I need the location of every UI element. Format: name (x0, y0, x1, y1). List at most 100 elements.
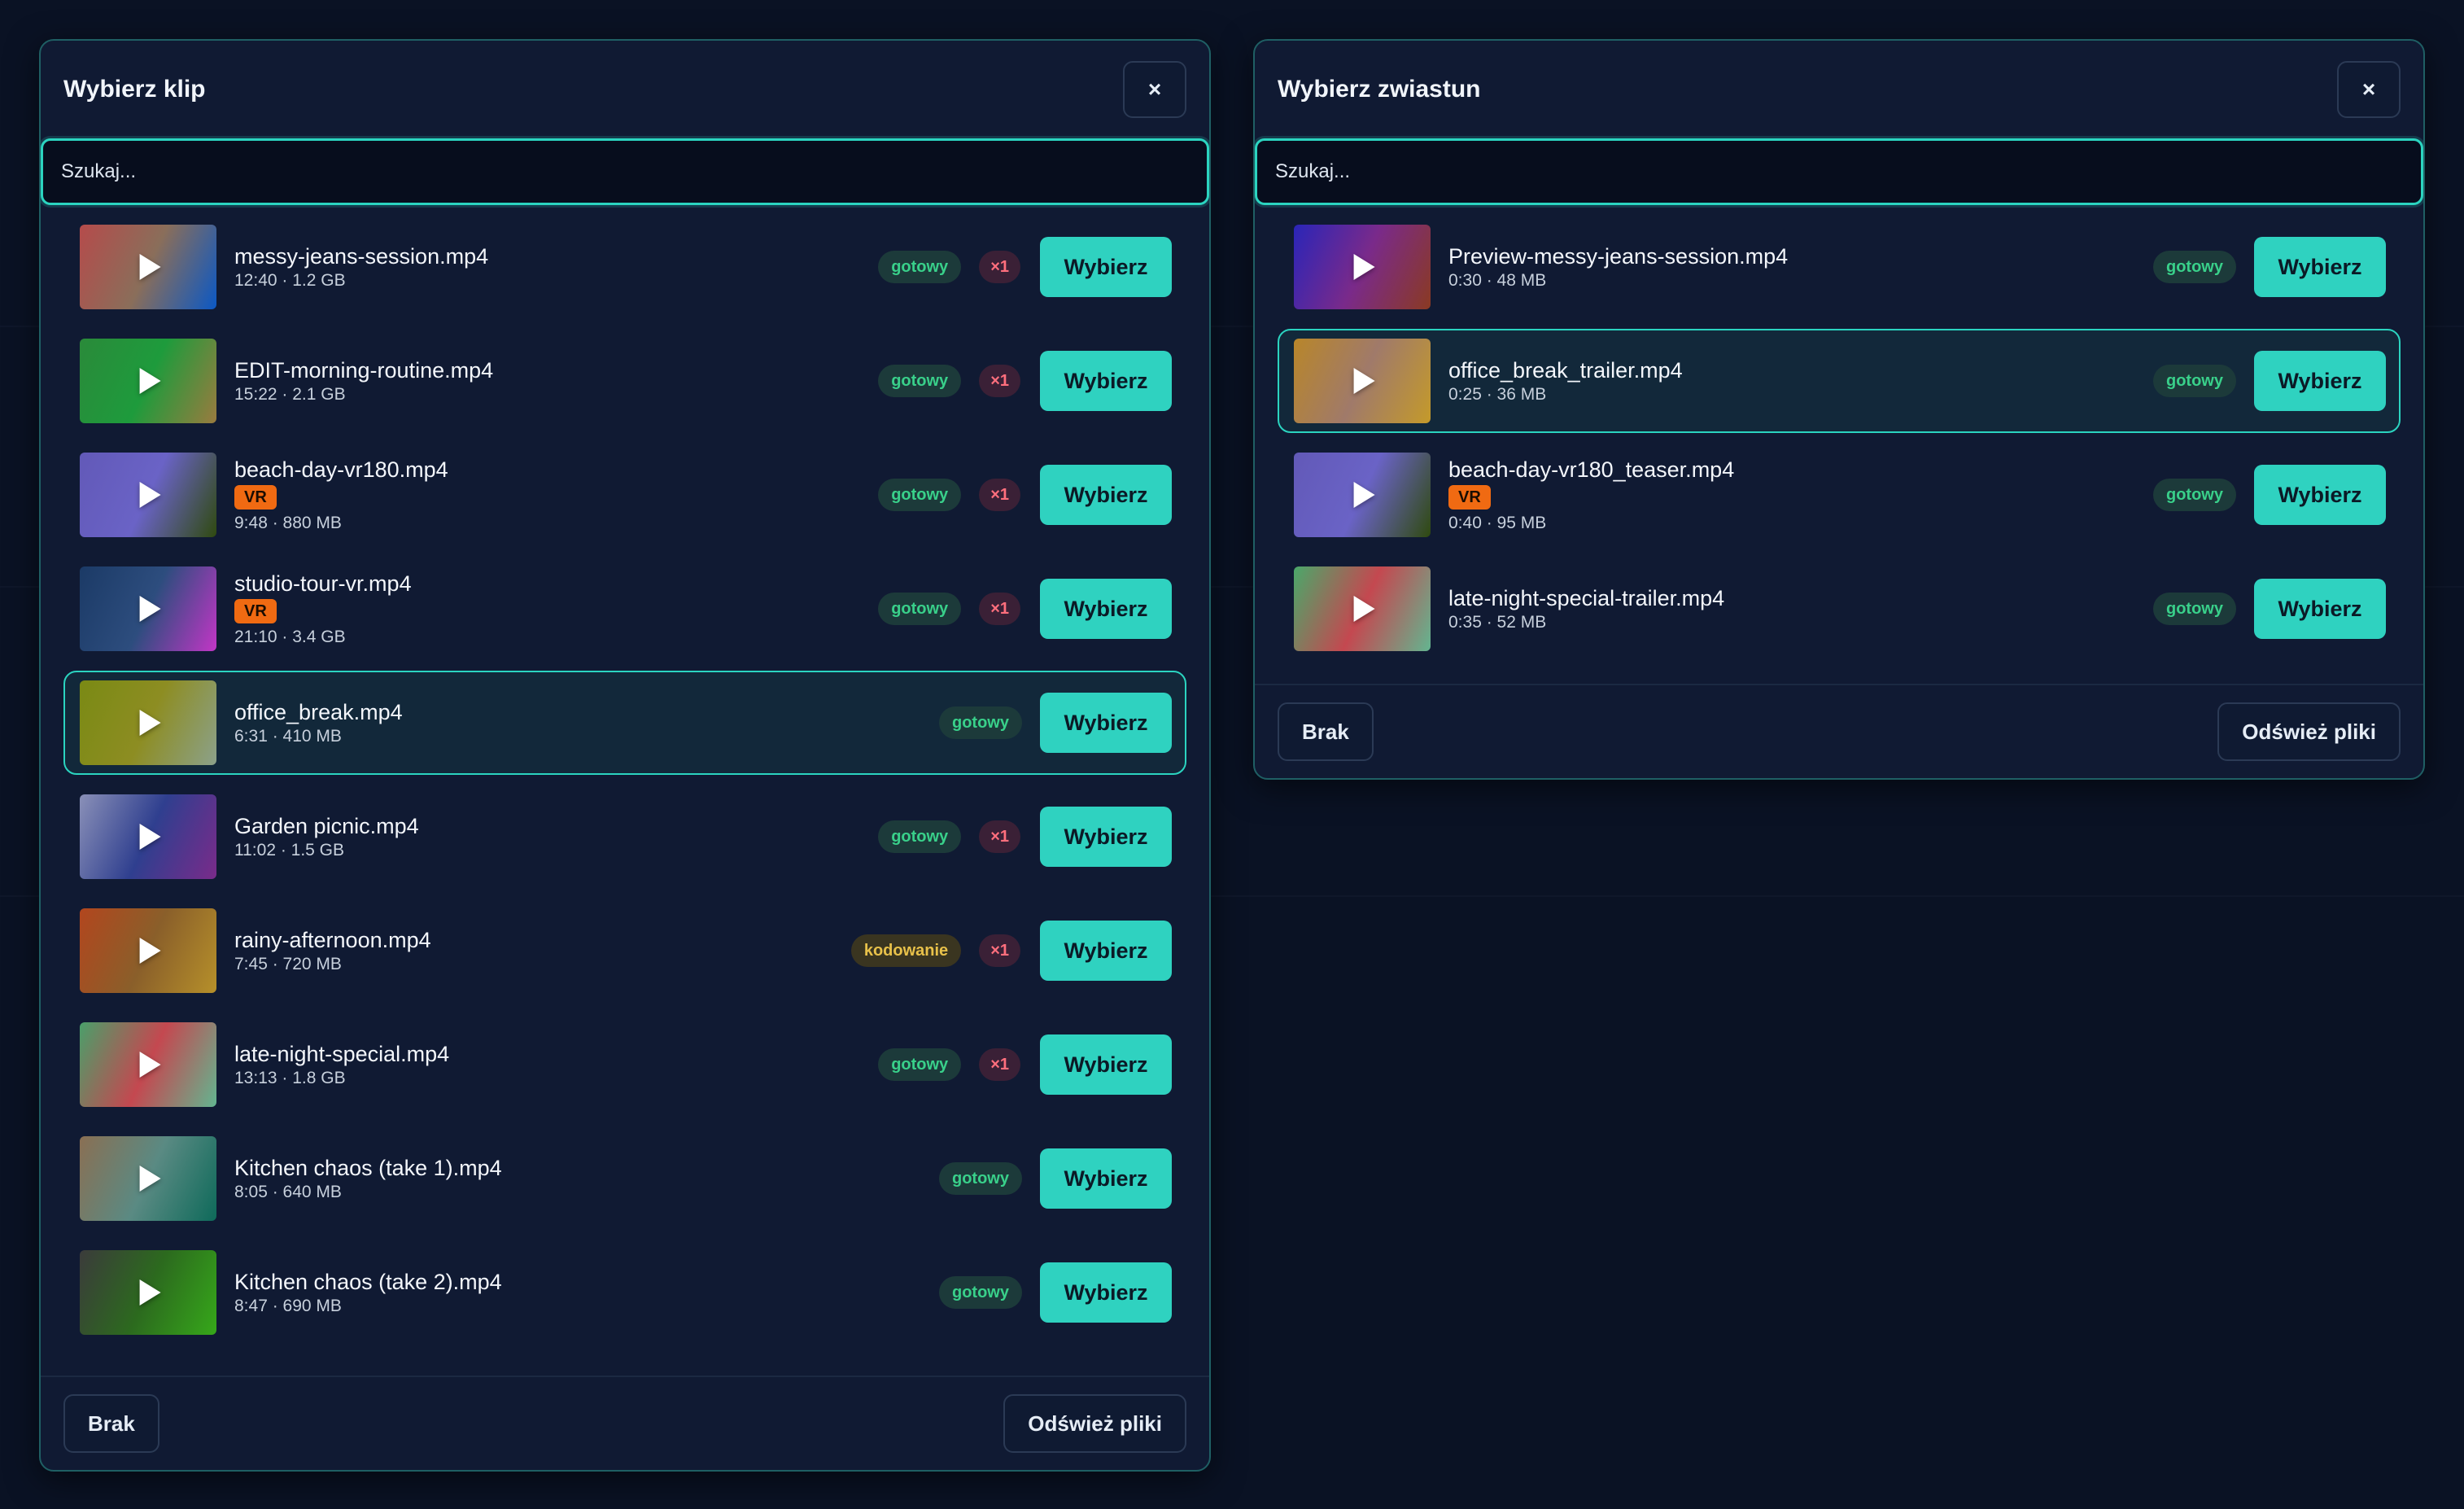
list-item[interactable]: office_break_trailer.mp4 0:25 · 36 MB goto… (1278, 329, 2401, 433)
trailer-picker-dialog: Wybierz zwiastun × Preview-messy-jeans-s… (1253, 39, 2425, 780)
file-info: Kitchen chaos (take 2).mp4 8:47 · 690 MB (234, 1268, 939, 1317)
usage-count-badge: ×1 (979, 1048, 1020, 1081)
video-thumbnail[interactable] (80, 1022, 216, 1107)
file-name: beach-day-vr180.mp4 (234, 457, 448, 482)
select-button[interactable]: Wybierz (1040, 1148, 1172, 1209)
select-button[interactable]: Wybierz (2254, 465, 2386, 525)
select-button[interactable]: Wybierz (2254, 351, 2386, 411)
video-thumbnail[interactable] (80, 794, 216, 879)
file-meta: 8:47 · 690 MB (234, 1297, 342, 1315)
play-icon (139, 254, 161, 280)
file-name: late-night-special-trailer.mp4 (1448, 586, 1725, 610)
list-item[interactable]: messy-jeans-session.mp4 12:40 · 1.2 GB got… (63, 215, 1186, 319)
file-name: studio-tour-vr.mp4 (234, 571, 412, 596)
status-badge: gotowy (878, 593, 962, 625)
file-name: messy-jeans-session.mp4 (234, 244, 489, 269)
file-info: beach-day-vr180_teaser.mp4 VR 0:40 · 95 MB (1448, 456, 2153, 534)
search-input[interactable] (41, 138, 1209, 205)
select-button[interactable]: Wybierz (1040, 579, 1172, 639)
select-button[interactable]: Wybierz (2254, 237, 2386, 297)
usage-count-badge: ×1 (979, 251, 1020, 283)
usage-count-badge: ×1 (979, 593, 1020, 625)
video-thumbnail[interactable] (80, 225, 216, 309)
refresh-files-button[interactable]: Odśwież pliki (1003, 1394, 1186, 1453)
status-badge: gotowy (939, 706, 1022, 739)
video-thumbnail[interactable] (1294, 566, 1431, 651)
vr-badge: VR (234, 599, 277, 623)
list-item[interactable]: late-night-special.mp4 13:13 · 1.8 GB goto… (63, 1013, 1186, 1117)
video-thumbnail[interactable] (80, 1136, 216, 1221)
search-input[interactable] (1255, 138, 2423, 205)
video-thumbnail[interactable] (80, 453, 216, 537)
list-item[interactable]: studio-tour-vr.mp4 VR 21:10 · 3.4 GB gotowy… (63, 557, 1186, 661)
file-meta: 15:22 · 2.1 GB (234, 385, 346, 404)
file-info: messy-jeans-session.mp4 12:40 · 1.2 GB (234, 243, 878, 291)
status-badge: gotowy (2153, 365, 2236, 397)
list-item[interactable]: office_break.mp4 6:31 · 410 MB gotowy Wybie… (63, 671, 1186, 775)
none-button[interactable]: Brak (1278, 702, 1374, 761)
list-item[interactable]: Preview-messy-jeans-session.mp4 0:30 · 48… (1278, 215, 2401, 319)
list-item[interactable]: Kitchen chaos (take 1).mp4 8:05 · 640 MB g… (63, 1126, 1186, 1231)
file-name: office_break_trailer.mp4 (1448, 358, 1683, 383)
file-name: EDIT-morning-routine.mp4 (234, 358, 494, 383)
video-thumbnail[interactable] (1294, 339, 1431, 423)
video-thumbnail[interactable] (1294, 453, 1431, 537)
play-icon (139, 368, 161, 394)
dialog-footer: Brak Odśwież pliki (41, 1376, 1209, 1470)
list-item[interactable]: late-night-special-trailer.mp4 0:35 · 52 … (1278, 557, 2401, 661)
file-meta: 9:48 · 880 MB (234, 514, 342, 532)
close-button[interactable]: × (2337, 61, 2401, 118)
list-item[interactable]: beach-day-vr180_teaser.mp4 VR 0:40 · 95 MB… (1278, 443, 2401, 547)
list-item[interactable]: EDIT-morning-routine.mp4 15:22 · 2.1 GB go… (63, 329, 1186, 433)
file-meta: 12:40 · 1.2 GB (234, 271, 346, 290)
file-meta: 13:13 · 1.8 GB (234, 1069, 346, 1087)
vr-badge: VR (234, 485, 277, 510)
select-button[interactable]: Wybierz (1040, 351, 1172, 411)
video-thumbnail[interactable] (1294, 225, 1431, 309)
file-name: rainy-afternoon.mp4 (234, 928, 431, 952)
video-thumbnail[interactable] (80, 908, 216, 993)
file-name: late-night-special.mp4 (234, 1042, 450, 1066)
file-meta: 0:25 · 36 MB (1448, 385, 1547, 404)
video-thumbnail[interactable] (80, 566, 216, 651)
close-button[interactable]: × (1123, 61, 1186, 118)
file-info: rainy-afternoon.mp4 7:45 · 720 MB (234, 926, 851, 975)
select-button[interactable]: Wybierz (1040, 237, 1172, 297)
select-button[interactable]: Wybierz (2254, 579, 2386, 639)
select-button[interactable]: Wybierz (1040, 1262, 1172, 1323)
play-icon (139, 482, 161, 508)
list-item[interactable]: Garden picnic.mp4 11:02 · 1.5 GB gotowy ×1 W… (63, 785, 1186, 889)
select-button[interactable]: Wybierz (1040, 921, 1172, 981)
file-meta: 0:35 · 52 MB (1448, 613, 1547, 632)
status-badge: gotowy (939, 1162, 1022, 1195)
status-badge: gotowy (878, 251, 962, 283)
play-icon (1353, 482, 1375, 508)
refresh-files-button[interactable]: Odśwież pliki (2217, 702, 2401, 761)
select-button[interactable]: Wybierz (1040, 807, 1172, 867)
dialog-title: Wybierz klip (63, 76, 206, 103)
file-name: Kitchen chaos (take 2).mp4 (234, 1270, 502, 1294)
none-button[interactable]: Brak (63, 1394, 159, 1453)
dialog-title: Wybierz zwiastun (1278, 76, 1481, 103)
usage-count-badge: ×1 (979, 479, 1020, 511)
list-item[interactable]: beach-day-vr180.mp4 VR 9:48 · 880 MB gotowy… (63, 443, 1186, 547)
clip-list: messy-jeans-session.mp4 12:40 · 1.2 GB got… (41, 205, 1209, 1345)
file-meta: 7:45 · 720 MB (234, 955, 342, 973)
select-button[interactable]: Wybierz (1040, 465, 1172, 525)
play-icon (1353, 368, 1375, 394)
select-button[interactable]: Wybierz (1040, 1034, 1172, 1095)
file-info: beach-day-vr180.mp4 VR 9:48 · 880 MB (234, 456, 878, 534)
list-item[interactable]: rainy-afternoon.mp4 7:45 · 720 MB kodowani… (63, 899, 1186, 1003)
status-badge: kodowanie (850, 934, 962, 967)
file-name: Garden picnic.mp4 (234, 814, 419, 838)
play-icon (1353, 254, 1375, 280)
file-meta: 11:02 · 1.5 GB (234, 841, 345, 859)
play-icon (1353, 596, 1375, 622)
video-thumbnail[interactable] (80, 1250, 216, 1335)
video-thumbnail[interactable] (80, 680, 216, 765)
list-item[interactable]: Kitchen chaos (take 2).mp4 8:47 · 690 MB g… (63, 1240, 1186, 1345)
file-meta: 0:40 · 95 MB (1448, 514, 1547, 532)
video-thumbnail[interactable] (80, 339, 216, 423)
usage-count-badge: ×1 (979, 820, 1020, 853)
select-button[interactable]: Wybierz (1040, 693, 1172, 753)
